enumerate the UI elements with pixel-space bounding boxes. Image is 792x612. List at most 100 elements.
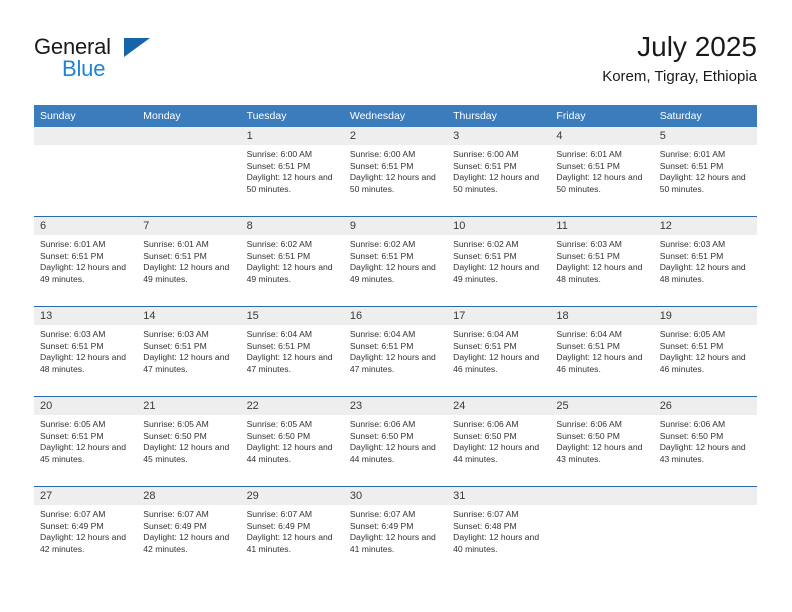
sun-info: Sunrise: 6:02 AM Sunset: 6:51 PM Daylight:… [241, 235, 344, 285]
day-number [137, 127, 241, 145]
sunrise-text: Sunrise: 6:05 AM [246, 419, 313, 429]
day-cell-content: 6 Sunrise: 6:01 AM Sunset: 6:51 PM Daylight… [34, 217, 138, 306]
sunrise-text: Sunrise: 6:06 AM [453, 419, 519, 429]
sunset-text: Sunset: 6:50 PM [349, 430, 414, 441]
calendar-day-cell[interactable]: 12 Sunrise: 6:03 AM Sunset: 6:51 PM Dayligh… [653, 216, 757, 307]
sun-info: Sunrise: 6:05 AM Sunset: 6:51 PM Daylight:… [34, 415, 137, 465]
calendar-day-cell[interactable]: 8 Sunrise: 6:02 AM Sunset: 6:51 PM Daylight… [240, 216, 344, 307]
brand-logo[interactable]: General Blue [34, 34, 164, 86]
calendar-day-cell[interactable]: 18 Sunrise: 6:04 AM Sunset: 6:51 PM Dayligh… [550, 306, 654, 397]
sunset-text: Sunset: 6:51 PM [556, 160, 620, 171]
sunset-text: Sunset: 6:51 PM [246, 160, 311, 171]
calendar-day-cell[interactable]: 9 Sunrise: 6:02 AM Sunset: 6:51 PM Daylight… [343, 216, 448, 307]
sunset-text: Sunset: 6:51 PM [349, 160, 414, 171]
sun-info: Sunrise: 6:06 AM Sunset: 6:50 PM Daylight:… [447, 415, 550, 465]
day-cell-content: 13 Sunrise: 6:03 AM Sunset: 6:51 PM Dayligh… [34, 307, 138, 396]
day-cell-content: 14 Sunrise: 6:03 AM Sunset: 6:51 PM Dayligh… [137, 307, 241, 396]
calendar-day-cell[interactable]: 28 Sunrise: 6:07 AM Sunset: 6:49 PM Dayligh… [137, 486, 241, 576]
title-block: July 2025 Korem, Tigray, Ethiopia [602, 30, 757, 86]
daylight-text: Daylight: 12 hours and 43 minutes. [556, 442, 643, 464]
calendar-day-cell[interactable]: 3 Sunrise: 6:00 AM Sunset: 6:51 PM Daylight… [447, 127, 551, 217]
day-cell-content: 11 Sunrise: 6:03 AM Sunset: 6:51 PM Dayligh… [550, 217, 654, 306]
sunset-text: Sunset: 6:50 PM [246, 430, 311, 441]
day-cell-content: 9 Sunrise: 6:02 AM Sunset: 6:51 PM Daylight… [343, 217, 448, 306]
sunset-text: Sunset: 6:51 PM [659, 340, 724, 351]
calendar-day-cell[interactable]: 29 Sunrise: 6:07 AM Sunset: 6:49 PM Dayligh… [240, 486, 344, 576]
day-number: 13 [34, 307, 138, 325]
sun-info: Sunrise: 6:05 AM Sunset: 6:50 PM Daylight:… [241, 415, 344, 465]
calendar-day-cell[interactable]: 6 Sunrise: 6:01 AM Sunset: 6:51 PM Daylight… [34, 216, 138, 307]
sunrise-text: Sunrise: 6:07 AM [349, 509, 416, 519]
calendar-day-cell[interactable]: 13 Sunrise: 6:03 AM Sunset: 6:51 PM Dayligh… [34, 306, 138, 397]
daylight-text: Daylight: 12 hours and 50 minutes. [453, 172, 540, 194]
day-number: 12 [653, 217, 757, 235]
sunrise-text: Sunrise: 6:02 AM [246, 239, 313, 249]
daylight-text: Daylight: 12 hours and 41 minutes. [349, 532, 436, 554]
sun-info: Sunrise: 6:00 AM Sunset: 6:51 PM Daylight:… [344, 145, 447, 195]
calendar-day-cell[interactable]: 5 Sunrise: 6:01 AM Sunset: 6:51 PM Daylight… [653, 127, 757, 217]
sunrise-text: Sunrise: 6:07 AM [246, 509, 313, 519]
day-number: 7 [137, 217, 241, 235]
calendar-empty-cell [653, 486, 757, 576]
calendar-day-cell[interactable]: 20 Sunrise: 6:05 AM Sunset: 6:51 PM Dayligh… [34, 396, 138, 487]
calendar-day-cell[interactable]: 31 Sunrise: 6:07 AM Sunset: 6:48 PM Dayligh… [447, 486, 551, 576]
calendar-day-cell[interactable]: 11 Sunrise: 6:03 AM Sunset: 6:51 PM Dayligh… [550, 216, 654, 307]
sunset-text: Sunset: 6:51 PM [40, 250, 104, 261]
sun-info: Sunrise: 6:05 AM Sunset: 6:50 PM Daylight:… [137, 415, 240, 465]
calendar-day-cell[interactable]: 27 Sunrise: 6:07 AM Sunset: 6:49 PM Dayligh… [34, 486, 138, 576]
day-number [653, 487, 757, 505]
calendar-day-cell[interactable]: 23 Sunrise: 6:06 AM Sunset: 6:50 PM Dayligh… [343, 396, 448, 487]
day-number: 26 [653, 397, 757, 415]
daylight-text: Daylight: 12 hours and 47 minutes. [246, 352, 333, 374]
day-number: 4 [550, 127, 654, 145]
calendar-day-cell[interactable]: 14 Sunrise: 6:03 AM Sunset: 6:51 PM Dayligh… [137, 306, 241, 397]
calendar-day-cell[interactable]: 30 Sunrise: 6:07 AM Sunset: 6:49 PM Dayligh… [343, 486, 448, 576]
sunset-text: Sunset: 6:50 PM [659, 430, 724, 441]
day-cell-content: 22 Sunrise: 6:05 AM Sunset: 6:50 PM Dayligh… [240, 397, 344, 486]
calendar-day-cell[interactable]: 7 Sunrise: 6:01 AM Sunset: 6:51 PM Daylight… [137, 216, 241, 307]
calendar-day-cell[interactable]: 21 Sunrise: 6:05 AM Sunset: 6:50 PM Dayligh… [137, 396, 241, 487]
calendar-day-cell[interactable]: 1 Sunrise: 6:00 AM Sunset: 6:51 PM Daylight… [240, 127, 344, 217]
day-cell-content: 27 Sunrise: 6:07 AM Sunset: 6:49 PM Dayligh… [34, 487, 138, 576]
day-cell-content: 5 Sunrise: 6:01 AM Sunset: 6:51 PM Daylight… [653, 127, 757, 216]
sunrise-text: Sunrise: 6:02 AM [349, 239, 416, 249]
sun-info: Sunrise: 6:07 AM Sunset: 6:49 PM Daylight:… [344, 505, 447, 555]
calendar-day-cell[interactable]: 22 Sunrise: 6:05 AM Sunset: 6:50 PM Dayligh… [240, 396, 344, 487]
calendar-day-cell[interactable]: 17 Sunrise: 6:04 AM Sunset: 6:51 PM Dayligh… [447, 306, 551, 397]
sunrise-text: Sunrise: 6:03 AM [143, 329, 209, 339]
calendar-day-cell[interactable]: 16 Sunrise: 6:04 AM Sunset: 6:51 PM Dayligh… [343, 306, 448, 397]
weekday-header-monday: Monday [137, 105, 241, 127]
sunrise-text: Sunrise: 6:06 AM [556, 419, 622, 429]
calendar-week-row: 1 Sunrise: 6:00 AM Sunset: 6:51 PM Daylight… [34, 127, 757, 217]
calendar-day-cell[interactable]: 25 Sunrise: 6:06 AM Sunset: 6:50 PM Dayligh… [550, 396, 654, 487]
sunset-text: Sunset: 6:49 PM [349, 520, 414, 531]
day-cell-content: 7 Sunrise: 6:01 AM Sunset: 6:51 PM Daylight… [137, 217, 241, 306]
day-number: 2 [343, 127, 448, 145]
calendar-day-cell[interactable]: 4 Sunrise: 6:01 AM Sunset: 6:51 PM Daylight… [550, 127, 654, 217]
day-number: 31 [447, 487, 551, 505]
sunset-text: Sunset: 6:48 PM [453, 520, 517, 531]
calendar-day-cell[interactable]: 15 Sunrise: 6:04 AM Sunset: 6:51 PM Dayligh… [240, 306, 344, 397]
sun-info: Sunrise: 6:03 AM Sunset: 6:51 PM Daylight:… [550, 235, 653, 285]
day-cell-content: 21 Sunrise: 6:05 AM Sunset: 6:50 PM Dayligh… [137, 397, 241, 486]
calendar-day-cell[interactable]: 2 Sunrise: 6:00 AM Sunset: 6:51 PM Daylight… [343, 127, 448, 217]
sunrise-text: Sunrise: 6:01 AM [659, 149, 726, 159]
calendar-empty-cell [137, 127, 241, 217]
daylight-text: Daylight: 12 hours and 49 minutes. [453, 262, 540, 284]
day-number [550, 487, 654, 505]
daylight-text: Daylight: 12 hours and 47 minutes. [143, 352, 230, 374]
sunset-text: Sunset: 6:51 PM [453, 160, 517, 171]
sun-info: Sunrise: 6:07 AM Sunset: 6:49 PM Daylight:… [241, 505, 344, 555]
calendar-day-cell[interactable]: 10 Sunrise: 6:02 AM Sunset: 6:51 PM Dayligh… [447, 216, 551, 307]
calendar-day-cell[interactable]: 26 Sunrise: 6:06 AM Sunset: 6:50 PM Dayligh… [653, 396, 757, 487]
daylight-text: Daylight: 12 hours and 43 minutes. [659, 442, 746, 464]
calendar-header-row: Sunday Monday Tuesday Wednesday Thursday… [34, 105, 757, 127]
sun-info: Sunrise: 6:04 AM Sunset: 6:51 PM Daylight:… [344, 325, 447, 375]
calendar-day-cell[interactable]: 19 Sunrise: 6:05 AM Sunset: 6:51 PM Dayligh… [653, 306, 757, 397]
sunrise-text: Sunrise: 6:00 AM [246, 149, 313, 159]
sunrise-text: Sunrise: 6:04 AM [246, 329, 313, 339]
day-cell-content: 8 Sunrise: 6:02 AM Sunset: 6:51 PM Daylight… [240, 217, 344, 306]
calendar-day-cell[interactable]: 24 Sunrise: 6:06 AM Sunset: 6:50 PM Dayligh… [447, 396, 551, 487]
sun-info: Sunrise: 6:03 AM Sunset: 6:51 PM Daylight:… [34, 325, 137, 375]
sunset-text: Sunset: 6:49 PM [246, 520, 311, 531]
